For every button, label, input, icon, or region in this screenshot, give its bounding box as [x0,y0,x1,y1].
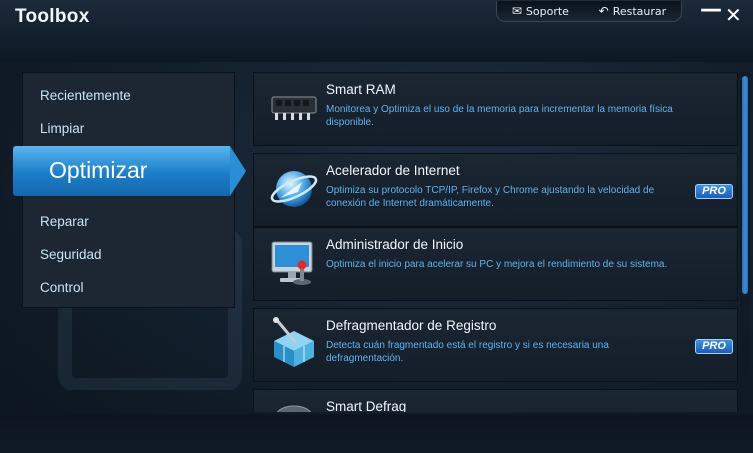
app-title: Toolbox [15,6,90,27]
monitor-joystick-icon [271,241,313,285]
tool-title: Administrador de Inicio [326,237,464,252]
pro-badge: PRO [695,339,733,354]
toolbox-window: Toolbox ✉ Soporte ↶ Restaurar — ✕ Recien… [0,0,753,453]
tool-list: Smart RAM Monitorea y Optimiza el uso de… [253,72,738,412]
tool-card-internet-accelerator[interactable]: Acelerador de Internet Optimiza su proto… [253,153,738,227]
tool-title: Defragmentador de Registro [326,318,497,333]
support-button[interactable]: ✉ Soporte [512,5,569,18]
tool-card-registry-defrag[interactable]: Defragmentador de Registro Detecta cuán … [253,308,738,382]
tool-title: Smart Defrag [326,399,407,412]
defrag-disk-icon [276,405,312,412]
tool-title: Smart RAM [326,82,396,97]
sidebar-item-control[interactable]: Control [40,280,84,295]
sidebar-item-optimizar[interactable]: Optimizar [13,146,246,196]
top-action-bar: ✉ Soporte ↶ Restaurar [496,1,682,22]
tool-card-smart-ram[interactable]: Smart RAM Monitorea y Optimiza el uso de… [253,72,738,146]
registry-cube-icon [273,317,314,367]
close-button[interactable]: ✕ [725,4,742,26]
tool-title: Acelerador de Internet [326,163,460,178]
pro-badge: PRO [695,184,733,199]
undo-arrow-icon: ↶ [598,4,609,18]
sidebar-item-seguridad[interactable]: Seguridad [40,247,102,262]
sidebar-item-recientemente[interactable]: Recientemente [40,88,131,103]
tool-description: Optimiza su protocolo TCP/IP, Firefox y … [326,185,655,209]
sidebar-item-limpiar[interactable]: Limpiar [40,121,84,136]
tool-description: Optimiza el inicio para acelerar su PC y… [326,259,668,270]
tool-description: Detecta cuán fragmentado está el registr… [326,340,609,364]
tool-card-smart-defrag[interactable]: Smart Defrag [253,389,738,412]
scrollbar-thumb[interactable] [742,76,748,294]
sidebar-active-label: Optimizar [49,157,148,183]
internet-globe-icon [270,171,318,207]
tool-description: Monitorea y Optimiza el uso de la memori… [326,104,673,128]
ram-chip-icon [271,96,317,120]
support-label: Soporte [525,4,569,18]
envelope-icon: ✉ [511,4,522,18]
restore-button[interactable]: ↶ Restaurar [599,5,667,18]
title-bar: Toolbox ✉ Soporte ↶ Restaurar — ✕ [0,0,753,62]
minimize-button[interactable]: — [700,0,722,21]
sidebar-item-reparar[interactable]: Reparar [40,214,89,229]
bottom-bar [0,414,753,453]
tool-card-startup-manager[interactable]: Administrador de Inicio Optimiza el inic… [253,227,738,301]
restore-label: Restaurar [612,4,667,18]
